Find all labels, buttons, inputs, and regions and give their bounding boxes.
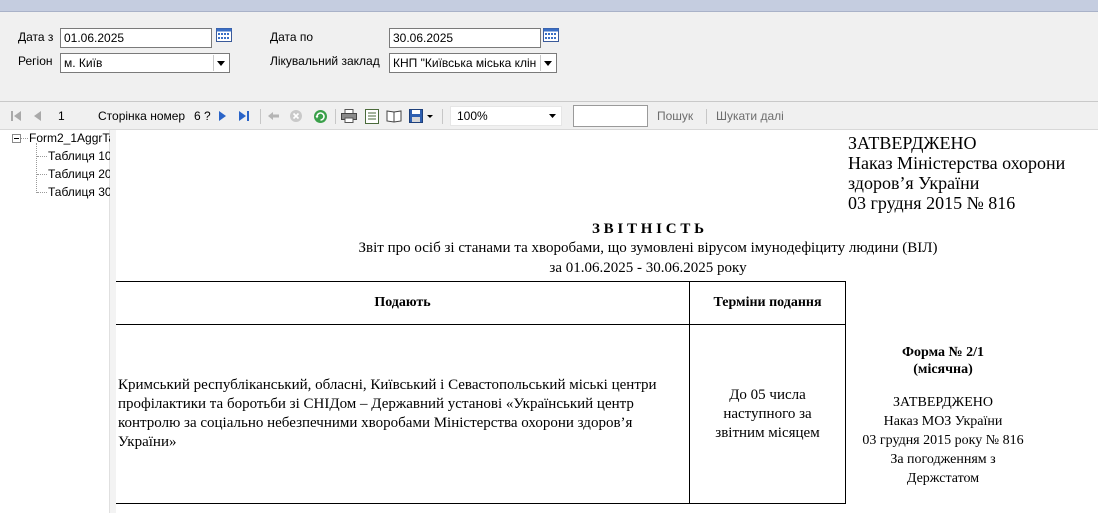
page-total: 6 ? [194,109,211,123]
chevron-down-icon[interactable] [545,108,560,124]
report-subtitle: Звіт про осіб зі станами та хворобами, щ… [358,240,938,256]
report-left-margin [110,130,116,513]
filter-panel: Дата з 01.06.2025 Дата по 30.06.2025 Рег… [0,12,1098,113]
header-deadlines: Терміни подання [689,281,846,325]
form-agreed: За погодженням з [890,452,996,467]
form-agency: Держстатом [906,471,980,486]
export-icon[interactable] [408,108,436,124]
approval-line: ЗАТВЕРДЖЕНО [848,133,977,153]
search-input[interactable] [573,105,648,127]
first-page-icon[interactable] [8,108,24,124]
print-icon[interactable] [341,108,357,124]
find-next-button[interactable]: Шукати далі [716,109,784,123]
date-to-input[interactable]: 30.06.2025 [389,28,541,48]
calendar-to-icon[interactable] [543,28,559,42]
tree-line [37,192,47,193]
window-top-strip [0,0,1098,12]
collapse-toggle[interactable] [12,134,21,143]
tree-line [37,156,47,157]
tree-item-table-30[interactable]: Таблиця 30 [48,185,112,199]
date-from-label: Дата з [18,30,54,44]
stop-icon[interactable] [288,108,304,124]
region-select[interactable]: м. Київ [60,53,230,73]
form-order: Наказ МОЗ України [883,414,1003,429]
page-setup-icon[interactable] [386,108,402,124]
region-label: Регіон [18,54,53,68]
toolbar-separator [335,109,336,124]
approval-line: здоров’я України [848,173,980,193]
approval-block: ЗАТВЕРДЖЕНО Наказ Міністерства охорони з… [848,133,1065,213]
report-period: за 01.06.2025 - 30.06.2025 року [549,260,747,276]
chevron-down-icon[interactable] [540,55,555,71]
date-to-label: Дата по [270,30,314,44]
last-page-icon[interactable] [236,108,252,124]
document-map-tree: Form2_1AggrTa Таблиця 10 Таблиця 20 Табл… [0,130,115,513]
form-period: (місячна) [913,362,973,377]
search-button[interactable]: Пошук [657,109,693,123]
tree-line [21,138,28,139]
page-layout-icon[interactable] [364,108,380,124]
page-number-input[interactable]: 1 [58,109,65,123]
toolbar-separator [706,109,707,124]
facility-label: Лікувальний заклад [270,54,380,68]
next-page-icon[interactable] [214,108,230,124]
header-submitters: Подають [115,281,690,325]
toolbar-separator [442,109,443,124]
cell-deadlines: До 05 числа наступного за звітним місяце… [689,324,846,504]
tree-item-table-20[interactable]: Таблиця 20 [48,167,112,181]
tree-line [37,174,47,175]
approval-line: Наказ Міністерства охорони [848,153,1066,173]
back-icon[interactable] [266,108,282,124]
prev-page-icon[interactable] [30,108,46,124]
tree-root-item[interactable]: Form2_1AggrTa [29,131,115,145]
facility-value: КНП "Київська міська клін [393,56,537,70]
zoom-value: 100% [457,109,488,123]
form-date: 03 грудня 2015 року № 816 [862,433,1024,448]
page-number-label: Сторінка номер [98,109,186,123]
report-heading: З В І Т Н І С Т Ь [591,221,705,237]
submission-table: Подають Терміни подання Кримський респуб… [115,281,846,504]
tree-line [36,143,37,193]
zoom-select[interactable]: 100% [450,106,562,126]
calendar-from-icon[interactable] [216,28,232,42]
refresh-icon[interactable] [312,108,328,124]
region-value: м. Київ [64,56,103,70]
chevron-down-icon[interactable] [213,55,228,71]
facility-select[interactable]: КНП "Київська міська клін [389,53,557,73]
form-approved: ЗАТВЕРДЖЕНО [893,395,993,410]
date-from-input[interactable]: 01.06.2025 [60,28,212,48]
report-toolbar: 1 Сторінка номер 6 ? 100% Пошук Шукати д… [0,102,1098,130]
tree-item-table-10[interactable]: Таблиця 10 [48,149,112,163]
approval-line: 03 грудня 2015 № 816 [848,193,1016,213]
toolbar-separator [260,109,261,124]
cell-submitters: Кримський республіканський, обласні, Киї… [115,324,690,504]
report-viewport: ЗАТВЕРДЖЕНО Наказ Міністерства охорони з… [110,130,1098,513]
